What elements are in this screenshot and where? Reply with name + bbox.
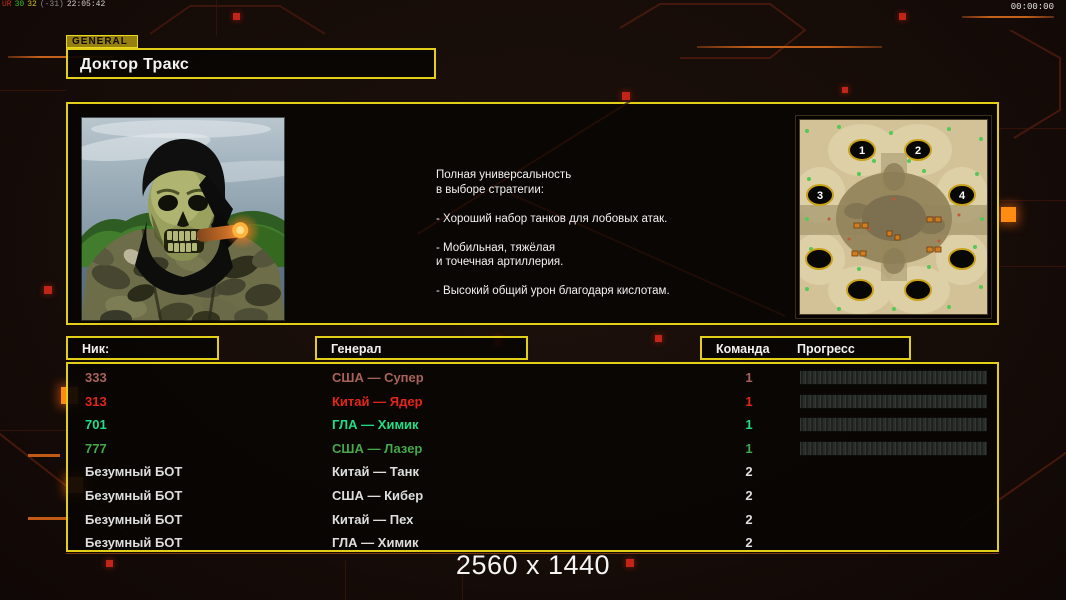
map-preview-image: 1 2 3 4 xyxy=(793,118,989,316)
hexagon-decor xyxy=(150,5,326,35)
start-position-1: 1 xyxy=(859,145,865,157)
decor-orange-dash xyxy=(28,454,60,457)
player-nick: 333 xyxy=(85,370,107,385)
player-nick: Безумный БОТ xyxy=(85,511,183,527)
player-nick: 313 xyxy=(85,393,107,409)
player-general: Китай — Танк xyxy=(332,464,419,480)
decor-red-square xyxy=(655,335,662,342)
debug-overlay-segment: UR xyxy=(2,0,12,9)
player-nick: Безумный БОТ xyxy=(85,464,183,480)
decor-line xyxy=(0,430,66,431)
column-header-general-label: Генерал xyxy=(331,342,382,356)
start-position-2: 2 xyxy=(915,145,921,157)
general-name-box: Доктор Тракс xyxy=(66,48,436,79)
debug-overlay-segment: 30 xyxy=(14,0,25,9)
loading-progress-bar xyxy=(800,440,987,456)
player-row: Безумный БОТ США — Кибер 2 xyxy=(68,484,997,508)
player-row: Безумный БОТ Китай — Танк 2 xyxy=(68,460,997,484)
player-row: 701 ГЛА — Химик 1 xyxy=(68,413,997,437)
recording-timer: 00:00:00 xyxy=(1010,2,1054,12)
player-general: США — Лазер xyxy=(332,440,423,456)
player-general: Китай — Ядер xyxy=(332,393,423,409)
decor-orange-dash xyxy=(28,517,70,520)
decor-red-square xyxy=(899,13,906,20)
player-team: 2 xyxy=(745,487,753,503)
decor-orange-line xyxy=(962,16,1054,18)
hexagon-decor xyxy=(1009,30,1061,139)
decor-orange-square xyxy=(1001,207,1016,222)
player-team: 2 xyxy=(745,511,753,527)
player-team: 2 xyxy=(745,535,753,551)
decor-line xyxy=(999,128,1066,129)
general-portrait xyxy=(71,116,311,322)
general-name: Доктор Тракс xyxy=(80,56,190,73)
player-nick: 701 xyxy=(85,417,107,433)
player-row: 777 США — Лазер 1 xyxy=(68,437,997,461)
player-nick: Безумный БОТ xyxy=(85,487,183,503)
player-team: 1 xyxy=(745,417,753,433)
player-row: Безумный БОТ Китай — Пех 2 xyxy=(68,508,997,532)
decor-orange-line xyxy=(697,46,882,48)
column-header-progress-label: Прогресс xyxy=(797,342,855,356)
player-general: США — Кибер xyxy=(332,487,424,503)
player-general: США — Супер xyxy=(332,370,424,385)
debug-overlay-segment: 22:05:42 xyxy=(66,0,106,9)
player-team: 1 xyxy=(745,440,753,456)
column-header-general: Генерал xyxy=(315,336,528,360)
general-description: Полная универсальность в выборе стратеги… xyxy=(436,169,670,297)
decor-red-square xyxy=(44,286,52,294)
player-general: ГЛА — Химик xyxy=(332,535,419,551)
debug-overlay-segment: 32 xyxy=(27,0,37,9)
debug-overlay-segment: (-31) xyxy=(39,0,64,9)
column-header-team-progress: Команда Прогресс xyxy=(700,336,911,360)
player-row: 333 США — Супер 1 xyxy=(68,366,997,390)
decor-red-square xyxy=(233,13,240,20)
player-general: Китай — Пех xyxy=(332,511,414,527)
resolution-label: 2560 x 1440 xyxy=(455,550,611,580)
player-nick: Безумный БОТ xyxy=(85,535,183,551)
column-header-team-label: Команда xyxy=(716,342,770,356)
column-header-nick: Ник: xyxy=(66,336,219,360)
hexagon-decor xyxy=(620,3,807,59)
decor-red-square xyxy=(842,87,848,93)
player-row: 313 Китай — Ядер 1 xyxy=(68,390,997,414)
start-position-4: 4 xyxy=(959,190,966,202)
column-header-nick-label: Ник: xyxy=(82,342,110,356)
player-general: ГЛА — Химик xyxy=(332,417,419,433)
decor-line xyxy=(216,0,217,36)
player-nick: 777 xyxy=(85,440,107,456)
player-team: 1 xyxy=(745,393,753,409)
decor-line xyxy=(999,266,1066,267)
start-position-3: 3 xyxy=(817,190,823,202)
loading-progress-bar xyxy=(800,370,987,385)
decor-line xyxy=(999,200,1066,201)
general-info-panel: Полная универсальность в выборе стратеги… xyxy=(66,95,999,325)
player-list: 333 США — Супер 1 313 Китай — Ядер 1 701 ГЛА — … xyxy=(66,362,999,552)
player-team: 2 xyxy=(745,464,753,480)
player-team: 1 xyxy=(745,370,753,385)
loading-progress-bar xyxy=(800,393,987,409)
decor-red-square xyxy=(622,92,630,100)
decor-line xyxy=(0,90,66,91)
fps-debug-overlay: UR 30 32 (-31) 22:05:42 xyxy=(2,1,108,9)
general-tab-label: GENERAL xyxy=(66,35,138,48)
map-preview: 1 2 3 4 xyxy=(793,115,992,319)
general-portrait-image xyxy=(71,116,311,322)
loading-progress-bar xyxy=(800,417,987,433)
